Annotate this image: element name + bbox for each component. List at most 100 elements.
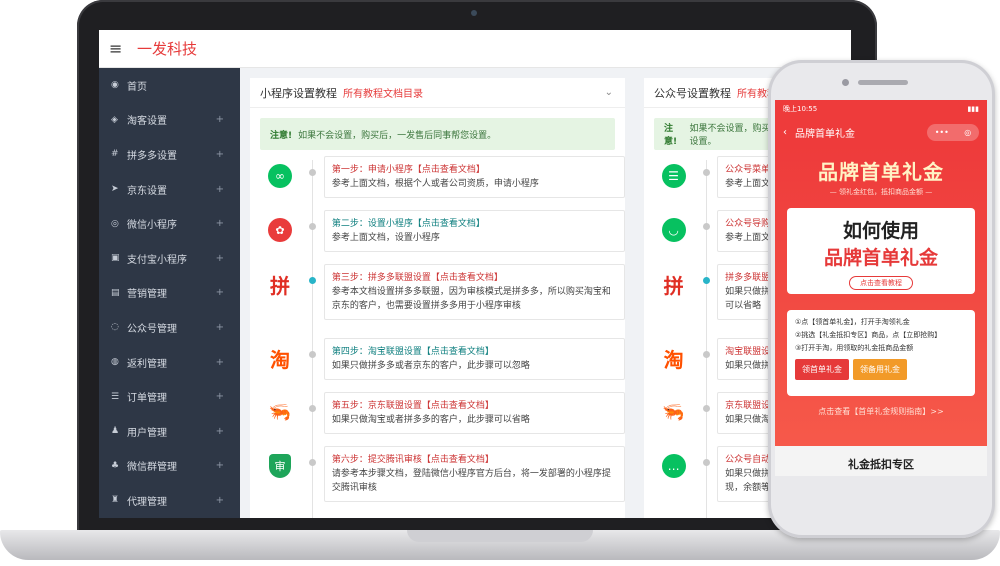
howto-line2: 品牌首单礼金 [823,247,938,269]
usage-step: ②挑选【礼金抵扣专区】商品，点【立即抢购】 [795,331,942,339]
send-icon: ➤ [111,184,119,195]
xiaoguo-red-icon: ✿ [260,210,300,250]
expand-plus-icon[interactable]: + [216,391,224,402]
step-description: 参考本文档设置拼多多联盟，因为审核模式是拼多多，所以购买淘宝和京东的客户，也需要… [331,287,611,311]
step-title-link[interactable]: 第二步：设置小程序【点击查看文档】 [332,217,617,231]
sidebar-item[interactable]: ▣ 支付宝小程序 + [99,241,240,276]
sidebar-item[interactable]: ➤ 京东设置 + [99,172,240,207]
sidebar-item[interactable]: ♣ 微信群管理 + [99,449,240,484]
status-time: 晚上10:55 [783,105,818,113]
sidebar-item[interactable]: ◍ 返利管理 + [99,345,240,380]
share-icon: ◈ [111,114,118,125]
sidebar-item-label: 支付宝小程序 [127,254,187,266]
view-tutorial-button[interactable]: 点击查看教程 [849,276,913,290]
step-card[interactable]: 第三步：拼多多联盟设置【点击查看文档】参考本文档设置拼多多联盟，因为审核模式是拼… [323,264,625,320]
rules-link[interactable]: 点击查看【首单礼金规则指南】>> [775,406,987,417]
sidebar-item[interactable]: # 拼多多设置 + [99,137,240,172]
promo-hero: 品牌首单礼金 — 领礼金红包，抵扣商品金额 — 如何使用 品牌首单礼金 点击查看… [775,146,987,446]
chart-icon: ▤ [111,287,120,298]
group-icon: ♣ [111,460,120,471]
shield-icon: 审 [260,446,300,486]
back-icon[interactable]: ‹ [783,127,787,138]
sidebar-item[interactable]: ◉ 首页 [99,68,240,103]
usage-steps: ①点【领首单礼金】，打开手淘领礼金 ②挑选【礼金抵扣专区】商品，点【立即抢购】 … [787,310,975,396]
step-title-link[interactable]: 第一步：申请小程序【点击查看文档】 [332,163,617,177]
expand-plus-icon[interactable]: + [216,149,224,160]
step-card[interactable]: 第六步：提交腾讯审核【点击查看文档】请参考本步骤文档，登陆微信小程序官方后台，将… [323,446,625,502]
sidebar-item[interactable]: ♟ 用户管理 + [99,414,240,449]
step-title-link[interactable]: 第六步：提交腾讯审核【点击查看文档】 [332,453,617,467]
step-card[interactable]: 第二步：设置小程序【点击查看文档】 参考上面文档，设置小程序 [323,210,625,252]
expand-plus-icon[interactable]: + [216,426,224,437]
sidebar-item-label: 拼多多设置 [127,150,177,162]
panel-header: 小程序设置教程 所有教程文档目录 ⌄ [250,78,625,108]
sidebar-item-label: 微信群管理 [127,462,177,474]
more-icon[interactable]: ••• [935,128,949,137]
howto-card: 如何使用 品牌首单礼金 点击查看教程 [787,208,975,294]
pinduoduo-icon: 拼 [269,273,290,298]
expand-plus-icon[interactable]: + [216,253,224,264]
usage-step: ③打开手淘，用领取的礼金抵商品金额 [795,344,914,352]
taobao-icon: 淘 [269,347,290,372]
brand-title: 一发科技 [137,40,198,58]
step-title-link[interactable]: 第三步：拼多多联盟设置【点击查看文档】 [332,271,617,285]
expand-plus-icon[interactable]: + [216,495,224,506]
timeline-step: 审第六步：提交腾讯审核【点击查看文档】 请参考本步骤文档，登陆微信小程序官方后台，… [260,446,625,512]
step-title-link[interactable]: 第五步：京东联盟设置【点击查看文档】 [332,399,617,413]
laptop-notch [407,530,593,542]
expand-plus-icon[interactable]: + [216,184,224,195]
timeline-dot [309,405,316,412]
dashboard-icon: ◉ [111,80,119,91]
claim-backup-button[interactable]: 领备用礼金 [853,359,907,380]
usage-step: ①点【领首单礼金】，打开手淘领礼金 [795,318,910,326]
expand-plus-icon[interactable]: + [216,460,224,471]
chat-icon: ◌ [111,322,119,333]
sidebar-item[interactable]: ◌ 公众号管理 + [99,310,240,345]
hash-icon: # [111,149,119,160]
step-description: 请参考本步骤文档，登陆微信小程序官方后台，将一发部署的小程序提交腾讯审核 [331,469,611,493]
notice-banner: 注意! 如果不会设置，购买后，一发售后同事帮您设置。 [260,118,615,150]
sidebar-item-label: 代理管理 [127,496,167,508]
miniapp-capsule[interactable]: ••• ◎ [927,124,979,141]
close-target-icon[interactable]: ◎ [964,128,971,137]
list-icon: ☰ [111,391,120,402]
notice-text: 如果不会设置，购买后，一发售后同事帮您设置。 [298,130,497,141]
wallet-icon: ▣ [111,253,120,264]
panel-title: 公众号设置教程 [654,86,731,100]
main-content: 小程序设置教程 所有教程文档目录 ⌄ 注意! 如果不会设置，购买后，一发售后同事… [240,68,851,518]
menu-list-icon: ☰ [654,156,693,196]
timeline-step: 拼 第三步：拼多多联盟设置【点击查看文档】参考本文档设置拼多多联盟，因为审核模式是… [260,264,625,338]
sidebar-item[interactable]: ♜ 代理管理 + [99,483,240,518]
claim-gift-button[interactable]: 领首单礼金 [795,359,849,380]
jd-icon: 🦐 [662,401,685,423]
button-row: 领首单礼金 领备用礼金 [795,359,967,380]
timeline-dot [309,169,316,176]
expand-plus-icon[interactable]: + [216,114,224,125]
laptop-camera [471,10,477,16]
nav-title: 品牌首单礼金 [795,128,855,140]
sidebar-item-label: 公众号管理 [127,323,177,335]
step-title-link[interactable]: 第四步：淘宝联盟设置【点击查看文档】 [332,345,617,359]
expand-plus-icon[interactable]: + [216,218,224,229]
step-card[interactable]: 第四步：淘宝联盟设置【点击查看文档】 如果只做拼多多或者京东的客户，此步骤可以忽略 [323,338,625,380]
sidebar-item[interactable]: ◈ 淘客设置 + [99,103,240,138]
device-mockup: ≡ 一发科技 ◉ 首页 ◈ 淘客设置 + # 拼多多设置 + ➤ 京东设置 + ◎ 微信小程序 + ▣ 支付宝… [0,0,1000,566]
step-description: 参考上面文档，根据个人或者公司资质，申请小程序 [331,179,539,189]
howto-line1: 如何使用 [842,220,919,242]
sidebar-item[interactable]: ◎ 微信小程序 + [99,206,240,241]
hamburger-icon[interactable]: ≡ [109,39,133,58]
sidebar: ◉ 首页 ◈ 淘客设置 + # 拼多多设置 + ➤ 京东设置 + ◎ 微信小程序 + ▣ 支付宝小程序 + ▤ 营销… [99,68,240,518]
sidebar-item[interactable]: ☰ 订单管理 + [99,379,240,414]
expand-plus-icon[interactable]: + [216,322,224,333]
app-header: ≡ 一发科技 [99,30,851,68]
step-card[interactable]: 第一步：申请小程序【点击查看文档】参考上面文档，根据个人或者公司资质，申请小程序 [323,156,625,198]
docs-link[interactable]: 所有教程文档目录 [343,85,423,100]
expand-plus-icon[interactable]: + [216,287,224,298]
expand-plus-icon[interactable]: + [216,357,224,368]
chevron-down-icon[interactable]: ⌄ [605,87,613,98]
sidebar-item[interactable]: ▤ 营销管理 + [99,276,240,311]
panel-title: 小程序设置教程 [260,86,337,100]
phone-camera [842,79,849,86]
sidebar-item-label: 微信小程序 [127,220,177,232]
step-card[interactable]: 第五步：京东联盟设置【点击查看文档】 如果只做淘宝或者拼多多的客户，此步骤可以省略 [323,392,625,434]
